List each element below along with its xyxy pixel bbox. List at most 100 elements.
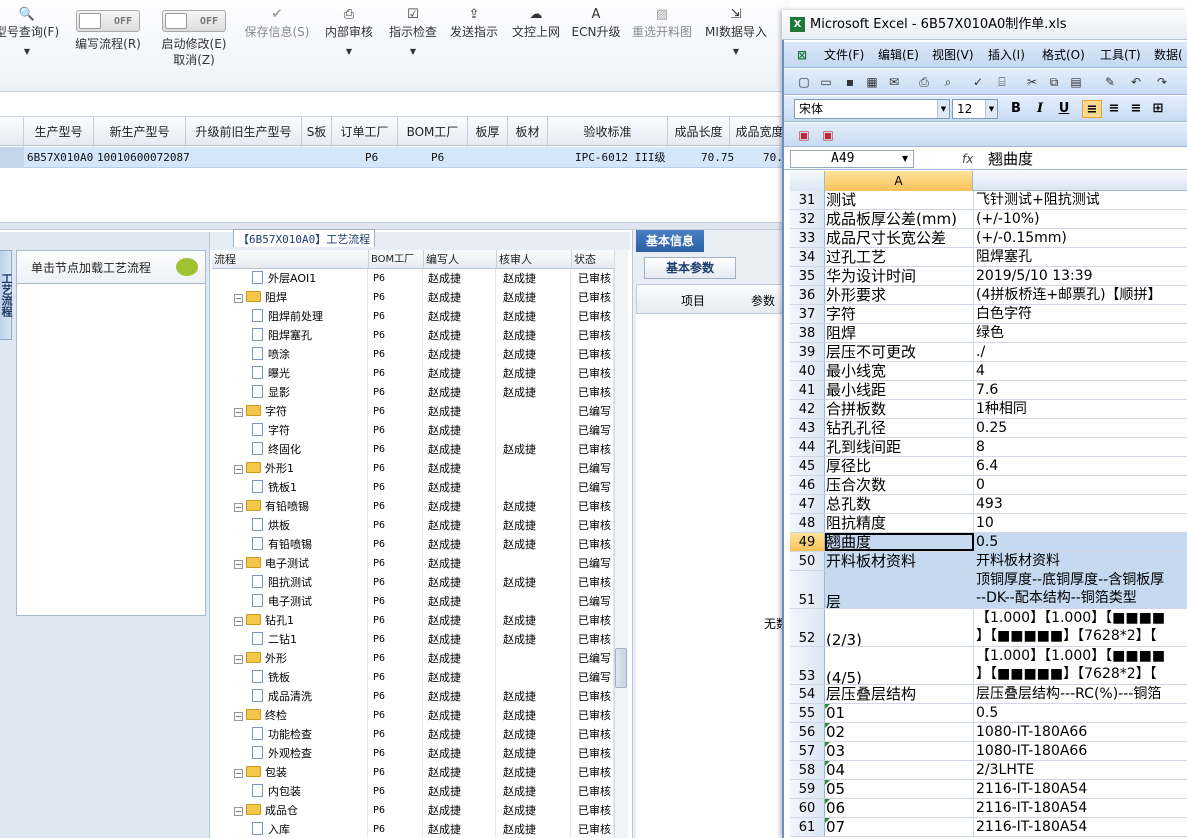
align-center-button[interactable]: ≡ [1104,100,1124,118]
tree-node[interactable]: 成品清洗 [212,687,368,706]
ecn-upgrade-button[interactable]: A ECN升级 [570,6,622,86]
cell-a[interactable]: 字符 [825,305,974,323]
cell-b[interactable]: 白色字符 [974,305,1187,323]
tree-item-row[interactable]: 有铅喷锡 P6 赵成捷 赵成捷 已审核 [212,535,614,554]
excel-app-icon[interactable]: X [790,17,805,32]
italic-button[interactable]: I [1030,100,1050,118]
collapse-icon[interactable]: − [234,712,243,721]
cell-b[interactable]: 阻焊塞孔 [974,248,1187,266]
cell-b[interactable]: 0.25 [974,419,1187,437]
cell-b[interactable]: 飞针测试+阻抗测试 [974,191,1187,209]
tree-item-row[interactable]: 外观检查 P6 赵成捷 赵成捷 已审核 [212,744,614,763]
research-icon[interactable]: ⌸ [994,74,1010,90]
cell-a[interactable]: (4/5) [825,647,974,684]
cell-a[interactable]: 过孔工艺 [825,248,974,266]
cell-b[interactable]: 1080-IT-180A66 [974,723,1187,741]
row-header[interactable]: 47 [790,495,825,513]
cell-b[interactable]: 2116-IT-180A54 [974,780,1187,798]
cell-b[interactable]: 层压叠层结构---RC(%)---铜箔 [974,685,1187,703]
tree-node[interactable]: 外观检查 [212,744,368,763]
row-indicator[interactable] [0,147,24,168]
row-header[interactable]: 33 [790,229,825,247]
collapse-icon[interactable]: − [234,503,243,512]
cell-a[interactable]: 02 [825,723,974,741]
grid-col-header[interactable]: S板 [302,117,332,147]
tree-col-bom[interactable]: BOM工厂 [369,250,424,269]
column-b-header[interactable] [974,171,1187,191]
cell-a[interactable]: 最小线距 [825,381,974,399]
cell-b[interactable]: 4 [974,362,1187,380]
cell-b[interactable]: 1种相同 [974,400,1187,418]
tree-item-row[interactable]: 阻焊前处理 P6 赵成捷 赵成捷 已审核 [212,307,614,326]
tree-item-row[interactable]: 阻抗测试 P6 赵成捷 赵成捷 已审核 [212,573,614,592]
menu-item[interactable]: 数据( [1154,42,1183,68]
cell-b[interactable]: 0 [974,476,1187,494]
menu-item[interactable]: 插入(I) [988,42,1025,68]
grid-corner[interactable] [0,117,24,147]
cell-a[interactable]: 测试 [825,191,974,209]
doc-upload-button[interactable]: ☁ 文控上网 [508,6,564,86]
email-icon[interactable]: ✉ [886,74,902,90]
cell-a[interactable]: 层压不可更改 [825,343,974,361]
collapse-icon[interactable]: − [234,560,243,569]
grid-col-header[interactable]: 板厚 [468,117,508,147]
new-icon[interactable]: ▢ [796,74,812,90]
tab-basic-params[interactable]: 基本参数 [644,257,736,279]
print-preview-icon[interactable]: ⌕ [940,74,956,90]
mi-import-button[interactable]: ⇲ MI数据导入 ▼ [702,6,770,86]
align-left-button[interactable]: ≡ [1082,100,1102,118]
tree-folder-row[interactable]: − 终检 P6 赵成捷 赵成捷 已审核 [212,706,614,725]
tree-node[interactable]: 曝光 [212,364,368,383]
model-grid-row[interactable]: 6B57X010A0 10010600072087 P6 P6 IPC-6012 III… [0,147,796,168]
cell-b[interactable]: (+/-10%) [974,210,1187,228]
chevron-down-icon[interactable]: ▼ [902,154,908,163]
tree-scrollbar[interactable] [614,250,628,838]
spelling-icon[interactable]: ✓ [970,74,986,90]
reselect-material-button[interactable]: ▨ 重选开料图 [628,6,696,86]
redo-icon[interactable]: ↷ [1154,74,1170,90]
row-header[interactable]: 54 [790,685,825,703]
row-header[interactable]: 39 [790,343,825,361]
grid-cell[interactable]: 70.75 [698,147,760,168]
tree-item-row[interactable]: 铣板 P6 赵成捷 已编写 [212,668,614,687]
cell-b[interactable]: 顶铜厚度--底铜厚度--含铜板厚 --DK--配本结构--铜箔类型 [974,571,1187,608]
tree-item-row[interactable]: 阻焊塞孔 P6 赵成捷 赵成捷 已审核 [212,326,614,345]
tree-item-row[interactable]: 成品清洗 P6 赵成捷 赵成捷 已审核 [212,687,614,706]
cell-a[interactable]: 层压叠层结构 [825,685,974,703]
grid-col-header[interactable]: 成品长度 [668,117,730,147]
tree-folder-row[interactable]: − 外形1 P6 赵成捷 已编写 [212,459,614,478]
tree-node[interactable]: − 包装 [212,763,368,782]
cell-b[interactable]: 【1.000】【1.000】【■■■■ 】【■■■■■】【7628*2】【 [974,609,1187,646]
row-header[interactable]: 57 [790,742,825,760]
print-icon[interactable]: ⎙ [916,74,932,90]
row-header[interactable]: 56 [790,723,825,741]
tree-col-editor[interactable]: 编写人 [424,250,497,269]
cell-a[interactable]: 阻抗精度 [825,514,974,532]
tree-node[interactable]: − 阻焊 [212,288,368,307]
pdf-options-icon[interactable]: ▣ [820,127,836,143]
tree-folder-row[interactable]: − 字符 P6 赵成捷 已编写 [212,402,614,421]
chevron-down-icon[interactable]: ▼ [702,44,770,60]
tree-node[interactable]: 烘板 [212,516,368,535]
cell-b[interactable]: 6.4 [974,457,1187,475]
formula-value[interactable]: 翘曲度 [988,149,1033,169]
tree-node[interactable]: − 字符 [212,402,368,421]
tree-node[interactable]: 阻抗测试 [212,573,368,592]
cell-b[interactable]: 绿色 [974,324,1187,342]
cell-a[interactable]: 成品板厚公差(mm) [825,210,974,228]
chevron-down-icon[interactable]: ▼ [320,44,378,60]
row-header[interactable]: 32 [790,210,825,228]
tree-item-row[interactable]: 二钻1 P6 赵成捷 赵成捷 已审核 [212,630,614,649]
row-header[interactable]: 55 [790,704,825,722]
grid-col-header[interactable]: 升级前旧生产型号 [186,117,302,147]
cell-b[interactable]: 2/3LHTE [974,761,1187,779]
tree-node[interactable]: 外层AOI1 [212,269,368,288]
row-header[interactable]: 43 [790,419,825,437]
undo-icon[interactable]: ↶ [1128,74,1144,90]
tree-node[interactable]: 终固化 [212,440,368,459]
node-list[interactable] [16,250,206,616]
cell-a[interactable]: 孔到线间距 [825,438,974,456]
cell-a[interactable]: (2/3) [825,609,974,646]
tree-node[interactable]: 入库 [212,820,368,838]
cell-a[interactable]: 压合次数 [825,476,974,494]
